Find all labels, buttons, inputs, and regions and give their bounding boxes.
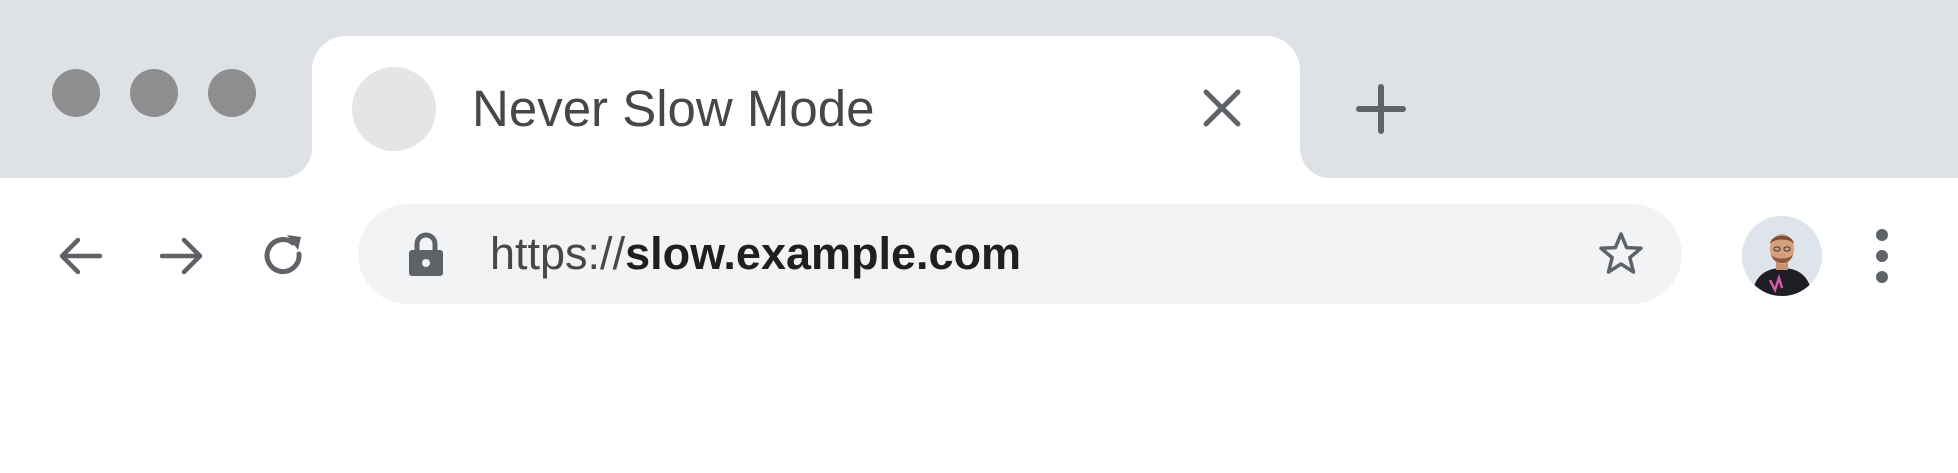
plus-icon[interactable]: [1356, 84, 1406, 134]
tab-title: Never Slow Mode: [472, 80, 875, 137]
tab-strip: Never Slow Mode: [0, 0, 1958, 178]
arrow-left-icon[interactable]: [56, 232, 104, 280]
window-minimize-light[interactable]: [130, 69, 178, 117]
tab-curve-left: [282, 148, 312, 178]
url-host: slow.example.com: [625, 228, 1022, 279]
lock-icon[interactable]: [408, 232, 444, 276]
tab-curve-right: [1300, 148, 1330, 178]
close-icon[interactable]: [1200, 86, 1244, 130]
star-outline-icon[interactable]: [1598, 231, 1644, 277]
arrow-right-icon[interactable]: [158, 232, 206, 280]
url-scheme: https://: [490, 228, 626, 279]
reload-icon[interactable]: [260, 232, 308, 280]
address-bar[interactable]: https://slow.example.com: [358, 204, 1682, 304]
vertical-dots-icon[interactable]: [1868, 226, 1896, 286]
person-photo-icon: [1742, 216, 1822, 296]
active-tab[interactable]: Never Slow Mode: [282, 36, 1330, 178]
window-maximize-light[interactable]: [208, 69, 256, 117]
window-close-light[interactable]: [52, 69, 100, 117]
profile-avatar[interactable]: [1742, 216, 1822, 296]
tab-favicon: [352, 67, 436, 151]
url-text[interactable]: https://slow.example.com: [490, 222, 1021, 286]
